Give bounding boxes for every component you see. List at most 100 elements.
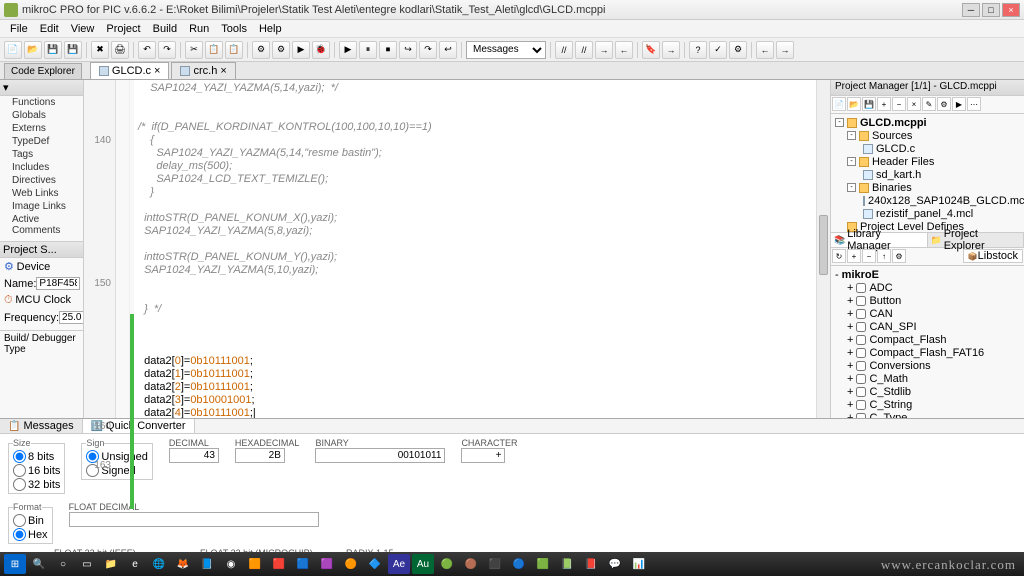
project-tree[interactable]: -GLCD.mcppi -Sources GLCD.c -Header File… [831, 114, 1024, 232]
tab-library-manager[interactable]: 📚 Library Manager [831, 233, 928, 247]
expand-icon[interactable]: - [847, 131, 856, 140]
run-icon[interactable]: ▶ [339, 41, 357, 59]
comment-icon[interactable]: // [555, 41, 573, 59]
au-icon[interactable]: Au [412, 554, 434, 574]
back-icon[interactable]: ← [756, 41, 774, 59]
close-file-icon[interactable]: ✖ [91, 41, 109, 59]
hex-input[interactable] [235, 448, 285, 463]
indent-icon[interactable]: → [595, 41, 613, 59]
cortana-icon[interactable]: ○ [52, 554, 74, 574]
blender-icon[interactable]: 🟠 [340, 554, 362, 574]
pm-open-icon[interactable]: 📂 [847, 97, 861, 111]
ce-imagelinks[interactable]: Image Links [0, 200, 83, 213]
ce-weblinks[interactable]: Web Links [0, 187, 83, 200]
pm-edit-icon[interactable]: ✎ [922, 97, 936, 111]
file-tab-crc[interactable]: crc.h× [171, 62, 235, 79]
binary-input[interactable] [315, 448, 445, 463]
program-icon[interactable]: ▶ [292, 41, 310, 59]
menu-help[interactable]: Help [253, 23, 288, 35]
pm-add-icon[interactable]: + [877, 97, 891, 111]
bookmark-icon[interactable]: 🔖 [642, 41, 660, 59]
app-icon[interactable]: 🟦 [292, 554, 314, 574]
pm-build-icon[interactable]: ▶ [952, 97, 966, 111]
menu-view[interactable]: View [65, 23, 101, 35]
ce-directives[interactable]: Directives [0, 174, 83, 187]
menu-file[interactable]: File [4, 23, 34, 35]
radio-32bits[interactable] [13, 478, 26, 491]
saveall-icon[interactable]: 💾 [64, 41, 82, 59]
save-icon[interactable]: 💾 [44, 41, 62, 59]
outdent-icon[interactable]: ← [615, 41, 633, 59]
pm-save-icon[interactable]: 💾 [862, 97, 876, 111]
pm-close-icon[interactable]: × [907, 97, 921, 111]
app-icon[interactable]: 📗 [556, 554, 578, 574]
expand-icon[interactable]: - [847, 183, 856, 192]
app-icon[interactable]: 🟩 [532, 554, 554, 574]
start-button[interactable]: ⊞ [4, 554, 26, 574]
app-icon[interactable]: 🟢 [436, 554, 458, 574]
undo-icon[interactable]: ↶ [138, 41, 156, 59]
close-button[interactable]: × [1002, 3, 1020, 17]
stop-icon[interactable]: ⏹ [379, 41, 397, 59]
char-input[interactable] [461, 448, 505, 463]
build-icon[interactable]: ⚙ [252, 41, 270, 59]
lib-add-icon[interactable]: + [847, 249, 861, 263]
lib-remove-icon[interactable]: − [862, 249, 876, 263]
minimize-button[interactable]: ─ [962, 3, 980, 17]
redo-icon[interactable]: ↷ [158, 41, 176, 59]
lib-up-icon[interactable]: ↑ [877, 249, 891, 263]
explorer-icon[interactable]: 📁 [100, 554, 122, 574]
app-icon[interactable]: 📘 [196, 554, 218, 574]
vertical-scrollbar[interactable] [816, 80, 830, 418]
windows-taskbar[interactable]: ⊞ 🔍 ○ ▭ 📁 e 🌐 🦊 📘 ◉ 🟧 🟥 🟦 🟪 🟠 🔷 Ae Au 🟢 … [0, 552, 1024, 576]
ce-activecomments[interactable]: Active Comments [0, 213, 83, 237]
step-icon[interactable]: ↪ [399, 41, 417, 59]
ce-functions[interactable]: Functions [0, 96, 83, 109]
tab-close-icon[interactable]: × [220, 65, 226, 77]
library-list[interactable]: -mikroE +ADC+Button+CAN+CAN_SPI+Compact_… [831, 266, 1024, 418]
ce-typedef[interactable]: TypeDef [0, 135, 83, 148]
tab-project-explorer[interactable]: 📁 Project Explorer [928, 233, 1024, 247]
code-area[interactable]: SAP1024_YAZI_YAZMA(5,14,yazi); *//* if(D… [134, 80, 830, 418]
app-icon[interactable]: ⬛ [484, 554, 506, 574]
decimal-input[interactable] [169, 448, 219, 463]
taskview-icon[interactable]: ▭ [76, 554, 98, 574]
menu-build[interactable]: Build [147, 23, 183, 35]
uncomment-icon[interactable]: // [575, 41, 593, 59]
expand-icon[interactable]: - [847, 157, 856, 166]
ce-tags[interactable]: Tags [0, 148, 83, 161]
code-explorer-tab[interactable]: Code Explorer [4, 63, 82, 79]
stepout-icon[interactable]: ↩ [439, 41, 457, 59]
libstock-button[interactable]: 📦 Libstock [963, 249, 1023, 263]
new-icon[interactable]: 📄 [4, 41, 22, 59]
edge-icon[interactable]: e [124, 554, 146, 574]
search-icon[interactable]: 🔍 [28, 554, 50, 574]
ce-globals[interactable]: Globals [0, 109, 83, 122]
file-tab-glcd[interactable]: GLCD.c× [90, 62, 170, 79]
ce-includes[interactable]: Includes [0, 161, 83, 174]
app-icon[interactable]: 🟪 [316, 554, 338, 574]
pm-remove-icon[interactable]: − [892, 97, 906, 111]
menu-edit[interactable]: Edit [34, 23, 65, 35]
pm-opt-icon[interactable]: ⚙ [937, 97, 951, 111]
ae-icon[interactable]: Ae [388, 554, 410, 574]
menu-run[interactable]: Run [183, 23, 215, 35]
app-icon[interactable]: 📕 [580, 554, 602, 574]
app-icon[interactable]: 🟧 [244, 554, 266, 574]
pm-new-icon[interactable]: 📄 [832, 97, 846, 111]
app-icon[interactable]: 🟤 [460, 554, 482, 574]
maximize-button[interactable]: □ [982, 3, 1000, 17]
steam-icon[interactable]: ◉ [220, 554, 242, 574]
cut-icon[interactable]: ✂ [185, 41, 203, 59]
radio-hex[interactable] [13, 528, 26, 541]
ce-externs[interactable]: Externs [0, 122, 83, 135]
firefox-icon[interactable]: 🦊 [172, 554, 194, 574]
app-icon[interactable]: 🔷 [364, 554, 386, 574]
print-icon[interactable]: 🖨 [111, 41, 129, 59]
app-icon[interactable]: 🔵 [508, 554, 530, 574]
fwd-icon[interactable]: → [776, 41, 794, 59]
tab-messages[interactable]: 📋 Messages [0, 419, 83, 433]
rebuild-icon[interactable]: ⚙ [272, 41, 290, 59]
code-editor[interactable]: 140150160163170 SAP1024_YAZI_YAZMA(5,14,… [84, 80, 830, 418]
menu-project[interactable]: Project [100, 23, 146, 35]
